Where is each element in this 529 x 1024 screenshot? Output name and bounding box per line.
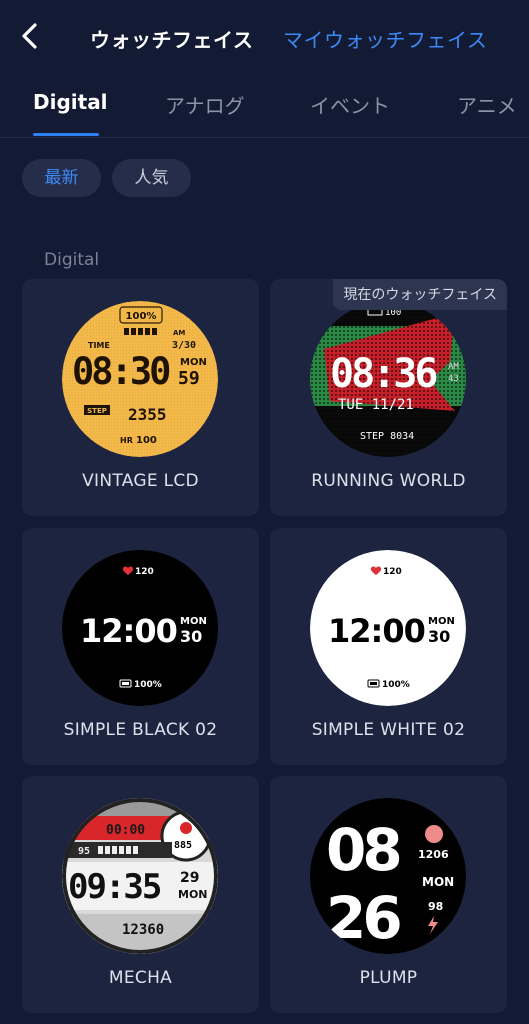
svg-text:TIME: TIME: [88, 341, 110, 350]
watchface-card-simple-black[interactable]: 120 12:00 MON 30 100% SIMPLE BLACK 02: [22, 528, 259, 765]
watchface-preview: 100 08:36 AM 43 TUE 11/21 STEP 8034: [310, 301, 466, 457]
current-watchface-badge: 現在のウォッチフェイス: [333, 279, 507, 310]
filter-popular-chip[interactable]: 人気: [112, 159, 191, 197]
tab-analog[interactable]: アナログ: [165, 90, 245, 119]
battery-text: 100%: [126, 311, 157, 322]
svg-text:43: 43: [448, 374, 459, 384]
watchface-card-running-world[interactable]: 100 08:36 AM 43 TUE 11/21 STEP 8034 現在のウ…: [270, 279, 507, 516]
watchface-card-simple-white[interactable]: 120 12:00 MON 30 100% SIMPLE WHITE 02: [270, 528, 507, 765]
watchface-preview: 00:00 885 95 09:35 29 MON 12360: [62, 798, 218, 954]
header: ウォッチフェイス マイウォッチフェイス: [0, 0, 529, 72]
svg-text:120: 120: [383, 567, 402, 577]
time-display: 12:00: [328, 612, 425, 650]
svg-text:885: 885: [174, 840, 192, 851]
svg-text:HR: HR: [120, 436, 133, 445]
watchface-preview: 08 26 1206 MON 98: [310, 798, 466, 954]
back-button[interactable]: [14, 18, 48, 54]
svg-text:30: 30: [428, 627, 450, 646]
category-tabs: Digital アナログ イベント アニメ: [0, 72, 529, 138]
page-title: ウォッチフェイス: [90, 28, 254, 52]
svg-text:STEP: STEP: [87, 407, 107, 415]
svg-text:MON: MON: [422, 875, 454, 889]
chevron-left-icon: [22, 23, 37, 49]
watchface-name: VINTAGE LCD: [82, 471, 199, 491]
watchface-name: SIMPLE WHITE 02: [311, 720, 466, 740]
svg-text:2355: 2355: [128, 405, 167, 424]
watchface-preview: 120 12:00 MON 30 100%: [62, 550, 218, 706]
hour-display: 08: [326, 816, 399, 884]
svg-text:00:00: 00:00: [106, 823, 145, 838]
svg-text:100: 100: [136, 435, 157, 446]
time-display: 12:00: [80, 612, 177, 650]
svg-text:MON: MON: [180, 616, 207, 627]
svg-text:MON: MON: [180, 357, 207, 368]
svg-text:AM: AM: [173, 329, 185, 337]
tab-anime[interactable]: アニメ: [457, 90, 517, 119]
watchface-name: MECHA: [108, 968, 173, 988]
tab-event[interactable]: イベント: [310, 90, 390, 119]
svg-text:3/30: 3/30: [172, 340, 196, 351]
svg-text:MON: MON: [428, 616, 455, 627]
svg-text:TUE 11/21: TUE 11/21: [338, 397, 414, 413]
time-display: 08:36: [330, 351, 436, 397]
watchface-name: RUNNING WORLD: [311, 471, 466, 491]
section-label: Digital: [44, 250, 100, 270]
svg-text:100%: 100%: [382, 680, 410, 690]
watchface-preview: 100% AM TIME 3/30 08:30 MON 59 STEP 2355…: [62, 301, 218, 457]
svg-text:30: 30: [180, 627, 202, 646]
svg-text:12360: 12360: [122, 922, 164, 938]
svg-text:98: 98: [428, 900, 443, 913]
watchface-name: SIMPLE BLACK 02: [63, 720, 218, 740]
time-display: 09:35: [68, 867, 161, 907]
svg-text:AM: AM: [448, 362, 459, 372]
active-tab-indicator: [33, 133, 99, 136]
svg-text:MON: MON: [178, 888, 208, 901]
time-display: 08:30: [72, 350, 170, 393]
svg-text:59: 59: [178, 368, 200, 389]
watchface-card-mecha[interactable]: 00:00 885 95 09:35 29 MON 12360 MECHA: [22, 776, 259, 1013]
minute-display: 26: [326, 884, 400, 952]
filter-latest-chip[interactable]: 最新: [22, 159, 101, 197]
svg-text:1206: 1206: [418, 848, 449, 861]
tab-digital[interactable]: Digital: [33, 90, 108, 114]
my-watch-faces-link[interactable]: マイウォッチフェイス: [283, 24, 487, 53]
svg-text:95: 95: [78, 846, 90, 857]
watchface-name: PLUMP: [359, 968, 418, 988]
svg-text:29: 29: [180, 870, 199, 886]
svg-text:120: 120: [135, 567, 154, 577]
watchface-card-plump[interactable]: 08 26 1206 MON 98 PLUMP: [270, 776, 507, 1013]
watchface-preview: 120 12:00 MON 30 100%: [310, 550, 466, 706]
svg-text:100%: 100%: [134, 680, 162, 690]
watchface-card-vintage-lcd[interactable]: 100% AM TIME 3/30 08:30 MON 59 STEP 2355…: [22, 279, 259, 516]
svg-text:STEP 8034: STEP 8034: [360, 431, 414, 442]
